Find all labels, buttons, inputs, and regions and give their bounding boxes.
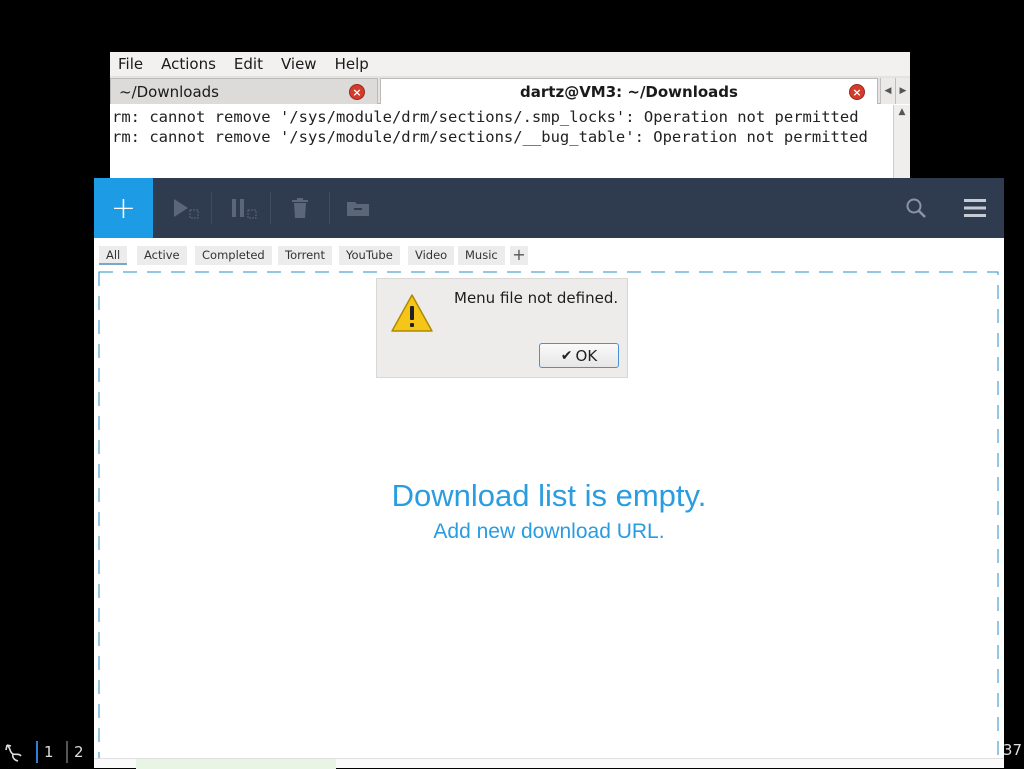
ok-label: OK (575, 346, 598, 365)
workspace-2[interactable]: 2 (66, 741, 84, 763)
status-bar (94, 758, 1004, 769)
tab-downloads[interactable]: ~/Downloads × (110, 78, 378, 104)
menu-edit[interactable]: Edit (232, 55, 265, 73)
menu-actions[interactable]: Actions (159, 55, 218, 73)
menu-view[interactable]: View (279, 55, 319, 73)
check-icon: ✔ (560, 347, 573, 364)
empty-list-title: Download list is empty. (391, 478, 707, 513)
terminal-menubar: File Actions Edit View Help (110, 52, 910, 76)
tab-scroll-right-icon[interactable]: ▶ (895, 78, 910, 104)
terminal-window: File Actions Edit View Help ~/Downloads … (110, 52, 910, 178)
workspace-1[interactable]: 1 (36, 741, 54, 763)
terminal-line: rm: cannot remove '/sys/module/drm/secti… (112, 128, 868, 146)
tab-scroll-left-icon[interactable]: ◀ (880, 78, 895, 104)
terminal-scrollbar[interactable]: ▲ (893, 105, 910, 178)
drop-area-border[interactable] (94, 178, 1004, 768)
terminal-output[interactable]: rm: cannot remove '/sys/module/drm/secti… (110, 105, 893, 178)
tab-active-terminal[interactable]: dartz@VM3: ~/Downloads × (380, 78, 878, 104)
menu-help[interactable]: Help (333, 55, 371, 73)
terminal-tab-bar: ~/Downloads × dartz@VM3: ~/Downloads × ◀… (110, 76, 910, 104)
message-dialog: Menu file not defined. ✔ OK (376, 278, 628, 378)
ok-button[interactable]: ✔ OK (539, 343, 619, 368)
menu-file[interactable]: File (116, 55, 145, 73)
clock: 37 (1002, 741, 1022, 759)
dialog-message: Menu file not defined. (454, 289, 619, 307)
add-url-link[interactable]: Add new download URL. (94, 520, 1004, 544)
warning-icon (391, 294, 433, 332)
start-menu-icon[interactable] (3, 742, 25, 764)
taskbar: 1 2 (0, 736, 94, 768)
tab-label: dartz@VM3: ~/Downloads (520, 82, 738, 101)
scroll-up-icon[interactable]: ▲ (894, 105, 910, 119)
download-manager-window: + All Active Completed Torrent YouTube V… (94, 178, 1004, 769)
tab-label: ~/Downloads (119, 82, 219, 101)
close-tab-icon[interactable]: × (349, 84, 365, 100)
close-tab-icon[interactable]: × (849, 84, 865, 100)
terminal-line: rm: cannot remove '/sys/module/drm/secti… (112, 108, 859, 126)
